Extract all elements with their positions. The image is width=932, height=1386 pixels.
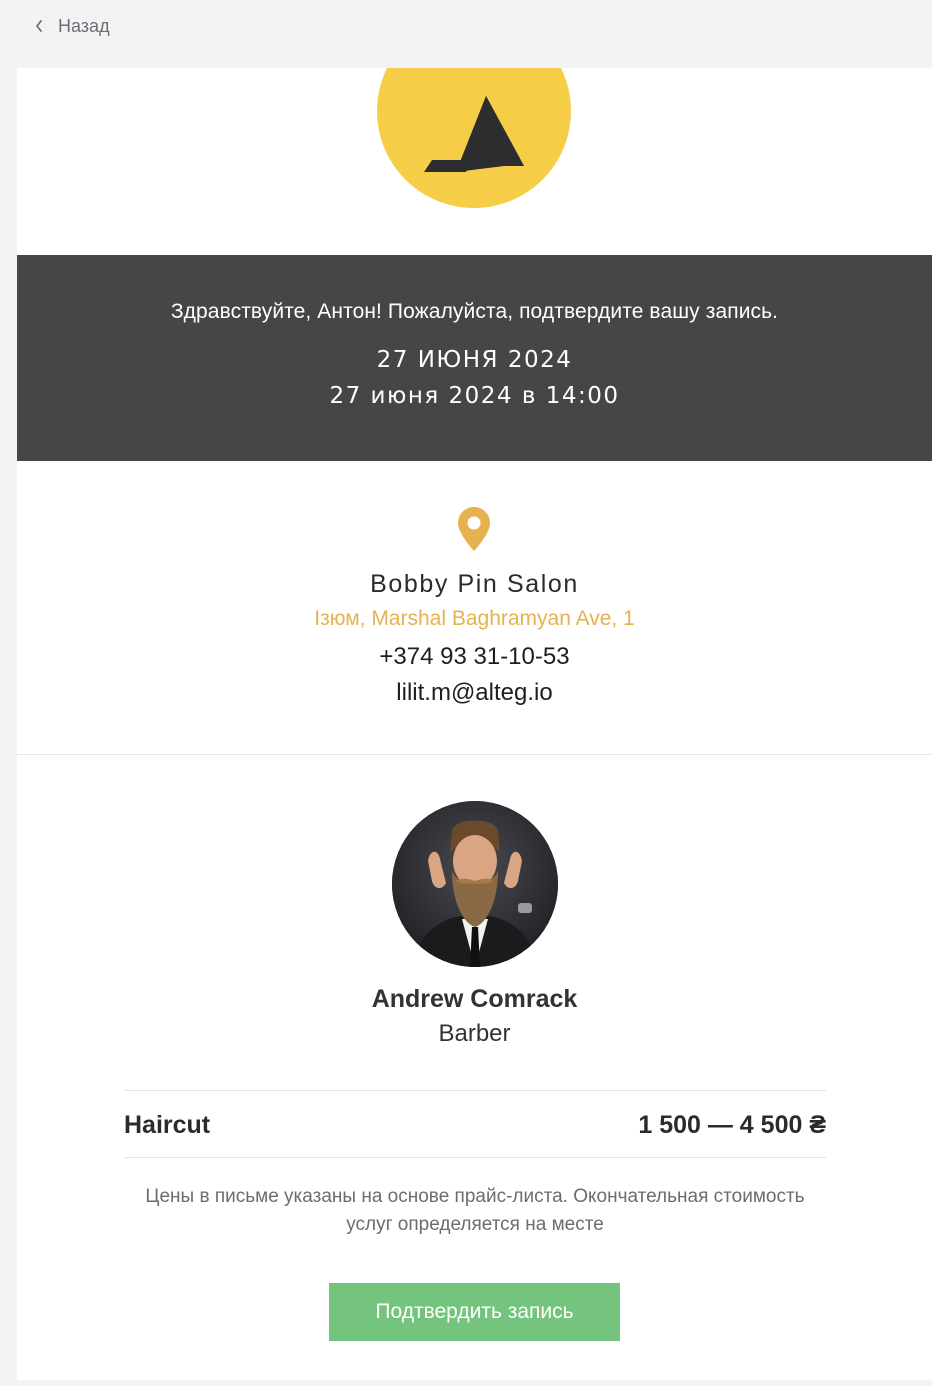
- brand-logo: [376, 68, 572, 210]
- appointment-date: 27 ИЮНЯ 2024: [376, 347, 573, 373]
- chevron-left-icon: [34, 19, 44, 33]
- staff-name: Andrew Comrack: [371, 985, 578, 1013]
- top-bar: Назад: [0, 0, 932, 68]
- salon-address-link[interactable]: Ізюм, Marshal Baghramyan Ave, 1: [17, 607, 932, 631]
- staff-section: Andrew Comrack Barber Haircut 1 500 — 4 …: [17, 756, 932, 1380]
- price-disclaimer: Цены в письме указаны на основе прайс-ли…: [145, 1186, 805, 1235]
- salon-email-link[interactable]: lilit.m@alteg.io: [17, 679, 932, 707]
- service-price: 1 500 — 4 500 ₴: [638, 1111, 826, 1139]
- greeting-text: Здравствуйте, Антон! Пожалуйста, подтвер…: [170, 300, 779, 323]
- email-card: Здравствуйте, Антон! Пожалуйста, подтвер…: [17, 68, 932, 1380]
- map-pin-icon: [457, 506, 491, 552]
- staff-avatar: [392, 801, 558, 967]
- location-section: Bobby Pin Salon Ізюм, Marshal Baghramyan…: [17, 461, 932, 755]
- greeting-banner: Здравствуйте, Антон! Пожалуйста, подтвер…: [17, 255, 932, 461]
- back-link[interactable]: Назад: [34, 13, 110, 39]
- confirm-booking-button[interactable]: Подтвердить запись: [329, 1283, 620, 1341]
- staff-role: Barber: [438, 1020, 511, 1047]
- service-row: Haircut 1 500 — 4 500 ₴: [124, 1090, 826, 1158]
- service-name: Haircut: [124, 1111, 211, 1139]
- salon-name: Bobby Pin Salon: [370, 570, 579, 598]
- salon-phone-link[interactable]: +374 93 31-10-53: [17, 643, 932, 671]
- back-label: Назад: [58, 15, 110, 36]
- appointment-datetime: 27 июня 2024 в 14:00: [329, 383, 620, 409]
